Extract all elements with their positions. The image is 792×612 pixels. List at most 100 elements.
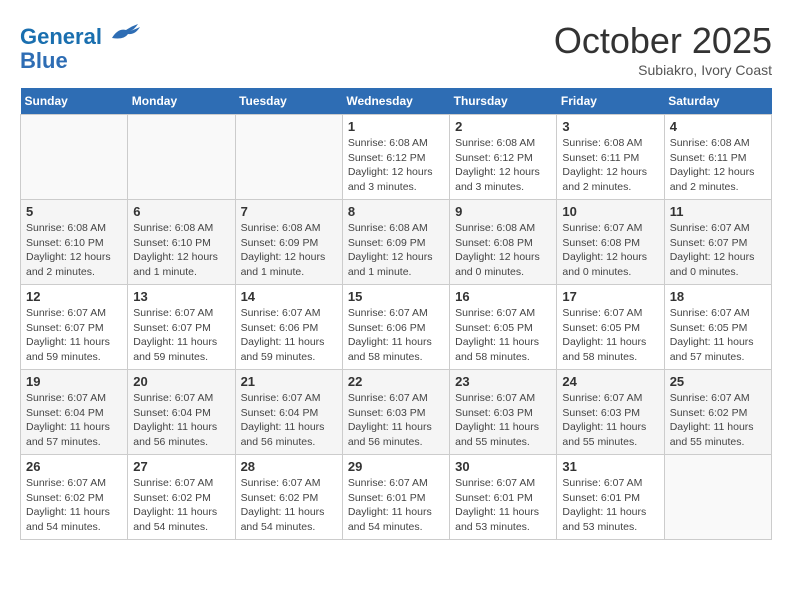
day-info: Sunrise: 6:08 AM Sunset: 6:11 PM Dayligh… — [670, 136, 766, 195]
calendar-cell: 8 Sunrise: 6:08 AM Sunset: 6:09 PM Daylig… — [342, 200, 449, 285]
day-info: Sunrise: 6:07 AM Sunset: 6:02 PM Dayligh… — [26, 476, 122, 535]
day-number: 3 — [562, 119, 658, 134]
calendar-week-row: 12 Sunrise: 6:07 AM Sunset: 6:07 PM Dayli… — [21, 285, 772, 370]
calendar-cell: 1 Sunrise: 6:08 AM Sunset: 6:12 PM Daylig… — [342, 115, 449, 200]
day-number: 24 — [562, 374, 658, 389]
calendar-cell: 25 Sunrise: 6:07 AM Sunset: 6:02 PM Dayli… — [664, 370, 771, 455]
calendar-cell: 23 Sunrise: 6:07 AM Sunset: 6:03 PM Dayli… — [450, 370, 557, 455]
calendar-cell: 20Sunrise: 6:07 AM Sunset: 6:04 PM Dayli… — [128, 370, 235, 455]
day-number: 28 — [241, 459, 337, 474]
calendar-cell: 16Sunrise: 6:07 AM Sunset: 6:05 PM Dayli… — [450, 285, 557, 370]
day-info: Sunrise: 6:07 AM Sunset: 6:07 PM Dayligh… — [670, 221, 766, 280]
calendar-week-row: 19 Sunrise: 6:07 AM Sunset: 6:04 PM Dayli… — [21, 370, 772, 455]
calendar-cell: 30 Sunrise: 6:07 AM Sunset: 6:01 PM Dayli… — [450, 455, 557, 540]
day-info: Sunrise: 6:07 AM Sunset: 6:06 PM Dayligh… — [241, 306, 337, 365]
day-number: 18 — [670, 289, 766, 304]
calendar-cell: 28 Sunrise: 6:07 AM Sunset: 6:02 PM Dayli… — [235, 455, 342, 540]
day-info: Sunrise: 6:08 AM Sunset: 6:10 PM Dayligh… — [133, 221, 229, 280]
day-number: 2 — [455, 119, 551, 134]
day-info: Sunrise: 6:07 AM Sunset: 6:02 PM Dayligh… — [133, 476, 229, 535]
day-number: 16 — [455, 289, 551, 304]
day-info: Sunrise: 6:07 AM Sunset: 6:06 PM Dayligh… — [348, 306, 444, 365]
day-info: Sunrise: 6:08 AM Sunset: 6:11 PM Dayligh… — [562, 136, 658, 195]
calendar-cell: 2 Sunrise: 6:08 AM Sunset: 6:12 PM Daylig… — [450, 115, 557, 200]
logo-general: General — [20, 24, 102, 49]
title-block: October 2025 Subiakro, Ivory Coast — [554, 20, 772, 78]
day-number: 26 — [26, 459, 122, 474]
day-info: Sunrise: 6:07 AM Sunset: 6:02 PM Dayligh… — [670, 391, 766, 450]
day-info: Sunrise: 6:07 AM Sunset: 6:04 PM Dayligh… — [26, 391, 122, 450]
calendar-cell: 15 Sunrise: 6:07 AM Sunset: 6:06 PM Dayli… — [342, 285, 449, 370]
day-number: 8 — [348, 204, 444, 219]
logo-blue: Blue — [20, 48, 68, 73]
day-info: Sunrise: 6:08 AM Sunset: 6:12 PM Dayligh… — [455, 136, 551, 195]
day-info: Sunrise: 6:07 AM Sunset: 6:01 PM Dayligh… — [455, 476, 551, 535]
calendar-cell: 27Sunrise: 6:07 AM Sunset: 6:02 PM Dayli… — [128, 455, 235, 540]
day-info: Sunrise: 6:07 AM Sunset: 6:07 PM Dayligh… — [133, 306, 229, 365]
calendar-cell: 7 Sunrise: 6:08 AM Sunset: 6:09 PM Daylig… — [235, 200, 342, 285]
day-info: Sunrise: 6:08 AM Sunset: 6:12 PM Dayligh… — [348, 136, 444, 195]
day-info: Sunrise: 6:07 AM Sunset: 6:04 PM Dayligh… — [241, 391, 337, 450]
calendar-cell — [235, 115, 342, 200]
calendar-table: SundayMondayTuesdayWednesdayThursdayFrid… — [20, 88, 772, 540]
day-info: Sunrise: 6:07 AM Sunset: 6:03 PM Dayligh… — [348, 391, 444, 450]
day-number: 9 — [455, 204, 551, 219]
day-number: 15 — [348, 289, 444, 304]
day-info: Sunrise: 6:08 AM Sunset: 6:09 PM Dayligh… — [348, 221, 444, 280]
calendar-cell: 26 Sunrise: 6:07 AM Sunset: 6:02 PM Dayli… — [21, 455, 128, 540]
calendar-cell: 29 Sunrise: 6:07 AM Sunset: 6:01 PM Dayli… — [342, 455, 449, 540]
day-info: Sunrise: 6:07 AM Sunset: 6:01 PM Dayligh… — [348, 476, 444, 535]
day-info: Sunrise: 6:08 AM Sunset: 6:08 PM Dayligh… — [455, 221, 551, 280]
location-subtitle: Subiakro, Ivory Coast — [554, 62, 772, 78]
calendar-cell: 18Sunrise: 6:07 AM Sunset: 6:05 PM Dayli… — [664, 285, 771, 370]
calendar-cell: 24Sunrise: 6:07 AM Sunset: 6:03 PM Dayli… — [557, 370, 664, 455]
day-number: 7 — [241, 204, 337, 219]
calendar-cell: 17Sunrise: 6:07 AM Sunset: 6:05 PM Dayli… — [557, 285, 664, 370]
day-info: Sunrise: 6:07 AM Sunset: 6:07 PM Dayligh… — [26, 306, 122, 365]
calendar-cell: 9 Sunrise: 6:08 AM Sunset: 6:08 PM Daylig… — [450, 200, 557, 285]
col-header-thursday: Thursday — [450, 88, 557, 115]
calendar-cell: 12 Sunrise: 6:07 AM Sunset: 6:07 PM Dayli… — [21, 285, 128, 370]
col-header-friday: Friday — [557, 88, 664, 115]
day-info: Sunrise: 6:08 AM Sunset: 6:09 PM Dayligh… — [241, 221, 337, 280]
day-number: 25 — [670, 374, 766, 389]
day-number: 4 — [670, 119, 766, 134]
day-number: 13 — [133, 289, 229, 304]
calendar-week-row: 26 Sunrise: 6:07 AM Sunset: 6:02 PM Dayli… — [21, 455, 772, 540]
col-header-tuesday: Tuesday — [235, 88, 342, 115]
calendar-cell: 13 Sunrise: 6:07 AM Sunset: 6:07 PM Dayli… — [128, 285, 235, 370]
day-number: 23 — [455, 374, 551, 389]
day-number: 11 — [670, 204, 766, 219]
day-number: 21 — [241, 374, 337, 389]
col-header-wednesday: Wednesday — [342, 88, 449, 115]
day-number: 29 — [348, 459, 444, 474]
page-header: General Blue October 2025 Subiakro, Ivor… — [20, 20, 772, 78]
day-number: 14 — [241, 289, 337, 304]
day-info: Sunrise: 6:07 AM Sunset: 6:02 PM Dayligh… — [241, 476, 337, 535]
calendar-header-row: SundayMondayTuesdayWednesdayThursdayFrid… — [21, 88, 772, 115]
day-number: 30 — [455, 459, 551, 474]
day-number: 17 — [562, 289, 658, 304]
calendar-cell: 19 Sunrise: 6:07 AM Sunset: 6:04 PM Dayli… — [21, 370, 128, 455]
day-number: 10 — [562, 204, 658, 219]
day-number: 1 — [348, 119, 444, 134]
col-header-sunday: Sunday — [21, 88, 128, 115]
calendar-cell: 22Sunrise: 6:07 AM Sunset: 6:03 PM Dayli… — [342, 370, 449, 455]
day-number: 19 — [26, 374, 122, 389]
day-number: 12 — [26, 289, 122, 304]
day-info: Sunrise: 6:07 AM Sunset: 6:01 PM Dayligh… — [562, 476, 658, 535]
calendar-cell — [21, 115, 128, 200]
month-title: October 2025 — [554, 20, 772, 62]
day-number: 20 — [133, 374, 229, 389]
calendar-cell: 21 Sunrise: 6:07 AM Sunset: 6:04 PM Dayli… — [235, 370, 342, 455]
day-info: Sunrise: 6:07 AM Sunset: 6:03 PM Dayligh… — [455, 391, 551, 450]
calendar-cell: 11 Sunrise: 6:07 AM Sunset: 6:07 PM Dayli… — [664, 200, 771, 285]
calendar-cell: 4 Sunrise: 6:08 AM Sunset: 6:11 PM Daylig… — [664, 115, 771, 200]
calendar-cell: 31 Sunrise: 6:07 AM Sunset: 6:01 PM Dayli… — [557, 455, 664, 540]
calendar-cell — [664, 455, 771, 540]
day-number: 31 — [562, 459, 658, 474]
calendar-cell: 3 Sunrise: 6:08 AM Sunset: 6:11 PM Daylig… — [557, 115, 664, 200]
day-info: Sunrise: 6:08 AM Sunset: 6:10 PM Dayligh… — [26, 221, 122, 280]
col-header-monday: Monday — [128, 88, 235, 115]
day-number: 5 — [26, 204, 122, 219]
